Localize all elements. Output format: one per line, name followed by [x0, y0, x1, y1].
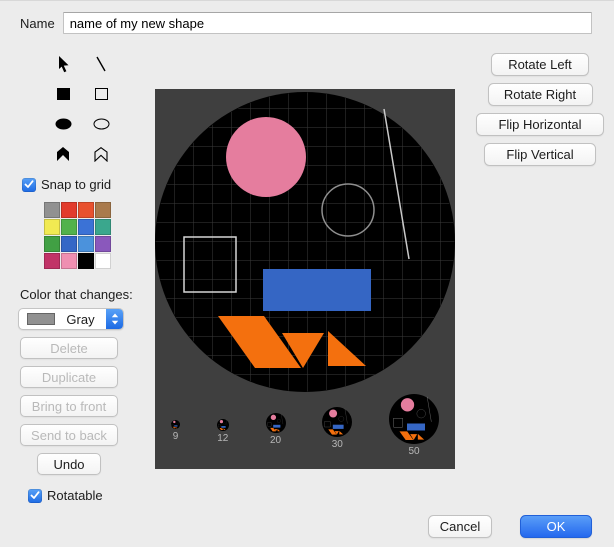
- color-palette: [44, 202, 152, 269]
- filled-polygon-icon: [57, 146, 69, 161]
- palette-swatch-4[interactable]: [44, 219, 60, 235]
- select-tool-button[interactable]: [44, 49, 82, 79]
- filled-square-icon: [56, 88, 70, 100]
- line-icon: [96, 56, 106, 72]
- name-input[interactable]: [62, 12, 592, 34]
- palette-swatch-13[interactable]: [61, 253, 77, 269]
- outline-square-icon: [94, 88, 108, 100]
- edit-button-group: Delete Duplicate Bring to front Send to …: [18, 337, 152, 475]
- transform-button-group: Rotate Left Rotate Right Flip Horizontal…: [474, 53, 606, 166]
- palette-swatch-15[interactable]: [95, 253, 111, 269]
- duplicate-button: Duplicate: [20, 366, 118, 388]
- rotatable-checkbox[interactable]: Rotatable: [28, 488, 152, 503]
- color-select-swatch: [27, 313, 55, 325]
- size-preview-20: 20: [265, 413, 286, 446]
- shape-edit-area[interactable]: [155, 89, 455, 397]
- delete-button: Delete: [20, 337, 118, 359]
- checkbox-checked-icon: [22, 177, 36, 192]
- palette-swatch-12[interactable]: [44, 253, 60, 269]
- palette-swatch-10[interactable]: [78, 236, 94, 252]
- filled-ellipse-icon: [55, 118, 71, 130]
- color-that-changes-label: Color that changes:: [20, 287, 133, 302]
- size-preview-50: 50: [389, 394, 439, 457]
- palette-swatch-5[interactable]: [61, 219, 77, 235]
- flip-vertical-button[interactable]: Flip Vertical: [484, 143, 596, 166]
- palette-swatch-3[interactable]: [95, 202, 111, 218]
- outline-polygon-icon: [94, 146, 108, 162]
- palette-swatch-9[interactable]: [61, 236, 77, 252]
- snap-to-grid-checkbox[interactable]: Snap to grid: [22, 177, 152, 192]
- color-select-value: Gray: [66, 311, 95, 327]
- outlined-polygon-tool-button[interactable]: [82, 139, 120, 169]
- outlined-rectangle-tool-button[interactable]: [82, 79, 120, 109]
- rotate-right-button[interactable]: Rotate Right: [487, 83, 593, 106]
- stepper-arrows-icon: [106, 309, 123, 329]
- size-preview-9: 9: [171, 420, 180, 442]
- tool-palette: [44, 49, 152, 169]
- shape-thumbnail-icon: [389, 394, 439, 444]
- size-preview-30: 30: [322, 407, 353, 450]
- rotatable-label: Rotatable: [47, 488, 103, 503]
- filled-ellipse-tool-button[interactable]: [44, 109, 82, 139]
- size-preview-12: 12: [216, 419, 229, 444]
- shape-thumbnail-icon: [265, 413, 286, 433]
- size-preview-row: 9 12 20 30 50: [155, 393, 455, 457]
- size-preview-label: 9: [172, 431, 179, 442]
- palette-swatch-11[interactable]: [95, 236, 111, 252]
- snap-to-grid-label: Snap to grid: [41, 177, 112, 192]
- shape-thumbnail-icon: [322, 407, 353, 437]
- size-preview-label: 50: [408, 446, 420, 457]
- cursor-icon: [58, 55, 68, 72]
- shape-thumbnail-icon: [171, 420, 180, 429]
- cancel-button[interactable]: Cancel: [428, 515, 492, 538]
- ok-button[interactable]: OK: [520, 515, 592, 538]
- bring-to-front-button: Bring to front: [20, 395, 118, 417]
- palette-swatch-0[interactable]: [44, 202, 60, 218]
- dialog-footer: Cancel OK: [428, 515, 592, 538]
- undo-button[interactable]: Undo: [37, 453, 101, 475]
- checkbox-checked-icon: [28, 488, 42, 503]
- palette-swatch-1[interactable]: [61, 202, 77, 218]
- color-that-changes-select[interactable]: Gray: [18, 308, 124, 330]
- palette-swatch-7[interactable]: [95, 219, 111, 235]
- filled-rectangle-tool-button[interactable]: [44, 79, 82, 109]
- name-label: Name: [20, 15, 55, 31]
- filled-polygon-tool-button[interactable]: [44, 139, 82, 169]
- left-panel: Snap to grid Color that changes: Gray De…: [18, 49, 152, 503]
- size-preview-label: 30: [331, 439, 343, 450]
- palette-swatch-8[interactable]: [44, 236, 60, 252]
- flip-horizontal-button[interactable]: Flip Horizontal: [476, 113, 604, 136]
- size-preview-label: 20: [269, 435, 282, 446]
- size-preview-label: 12: [217, 433, 229, 444]
- outlined-ellipse-tool-button[interactable]: [82, 109, 120, 139]
- line-tool-button[interactable]: [82, 49, 120, 79]
- palette-swatch-6[interactable]: [78, 219, 94, 235]
- palette-swatch-14[interactable]: [78, 253, 94, 269]
- name-row: Name: [20, 12, 592, 34]
- rotate-left-button[interactable]: Rotate Left: [491, 53, 589, 76]
- shape-thumbnail-icon: [216, 419, 229, 431]
- outline-ellipse-icon: [93, 118, 109, 130]
- palette-swatch-2[interactable]: [78, 202, 94, 218]
- shape-canvas[interactable]: 9 12 20 30 50: [155, 89, 455, 469]
- shape-editor-dialog: Name name of my new shape Snap to grid C…: [0, 0, 614, 547]
- send-to-back-button: Send to back: [20, 424, 118, 446]
